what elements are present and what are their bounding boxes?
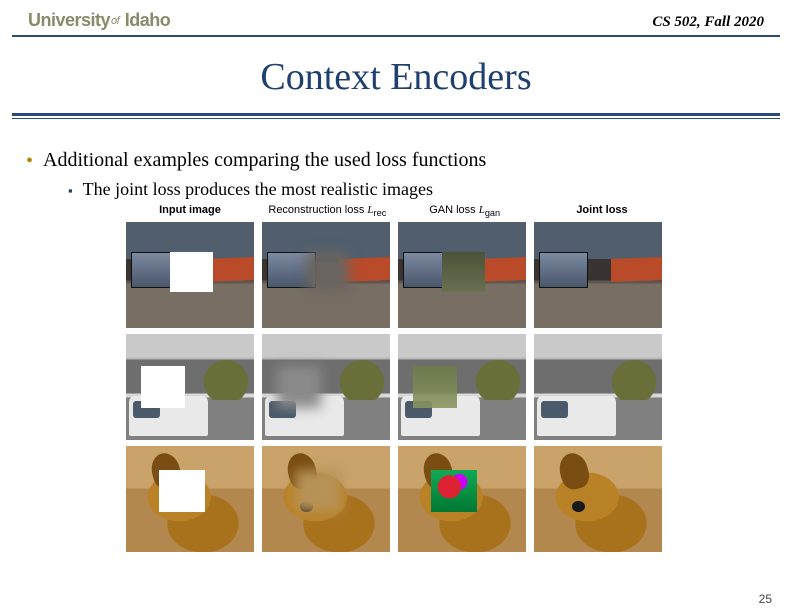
col-header-gan: GAN loss Lgan [401, 204, 529, 218]
img-r2-input [126, 334, 254, 440]
bullet-sub: The joint loss produces the most realist… [68, 179, 766, 200]
img-r1-gan [398, 222, 526, 328]
slide: Universityof Idaho CS 502, Fall 2020 Con… [0, 0, 792, 612]
slide-title: Context Encoders [0, 37, 792, 113]
example-grid [126, 222, 666, 552]
img-r2-gan [398, 334, 526, 440]
column-headers: Input image Reconstruction loss Lrec GAN… [126, 204, 666, 218]
img-r2-joint [534, 334, 662, 440]
slide-body: Additional examples comparing the used l… [0, 119, 792, 552]
img-r3-joint [534, 446, 662, 552]
col-header-reconstruction: Reconstruction loss Lrec [263, 204, 391, 218]
col-header-input: Input image [126, 204, 254, 218]
img-r3-input [126, 446, 254, 552]
img-r3-recon [262, 446, 390, 552]
img-r2-recon [262, 334, 390, 440]
logo-of: of [111, 15, 119, 27]
slide-header: Universityof Idaho CS 502, Fall 2020 [0, 0, 792, 35]
logo-suffix: Idaho [120, 10, 170, 30]
img-r3-gan [398, 446, 526, 552]
col-header-joint: Joint loss [538, 204, 666, 218]
img-r1-input [126, 222, 254, 328]
img-r1-recon [262, 222, 390, 328]
example-grid-container: Input image Reconstruction loss Lrec GAN… [126, 204, 666, 552]
img-r1-joint [534, 222, 662, 328]
university-logo: Universityof Idaho [28, 10, 170, 31]
bullet-main: Additional examples comparing the used l… [26, 149, 766, 200]
course-label: CS 502, Fall 2020 [652, 14, 764, 31]
slide-number: 25 [759, 592, 772, 606]
logo-prefix: University [28, 10, 110, 30]
